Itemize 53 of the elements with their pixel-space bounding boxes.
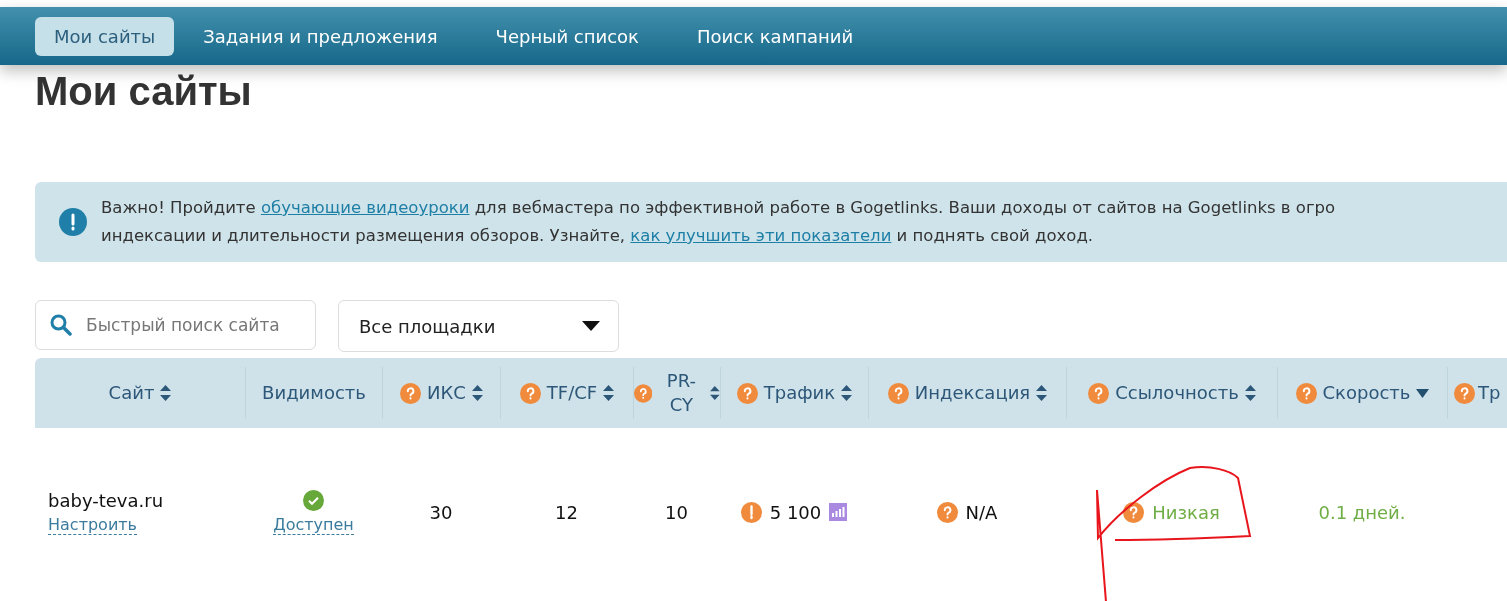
table-cell: 10 (665, 501, 688, 523)
help-icon[interactable] (936, 501, 958, 523)
availability-link[interactable]: Доступен (273, 514, 354, 535)
help-icon[interactable] (634, 382, 653, 404)
table-cell: 0.1 дней. (1318, 501, 1406, 523)
sort-icon[interactable] (160, 385, 172, 401)
column-header[interactable]: PR-CY (658, 369, 705, 417)
sort-icon[interactable] (603, 385, 615, 401)
nav-tab[interactable]: Поиск кампаний (678, 16, 873, 56)
notice-text: Важно! Пройдите обучающие видеоуроки для вебмастера по эффективной работе в Gogetlinks. Ваши доходы от сайтов на Gogetlinks в огро индексации и длительности размещения обзоров. Узнайте, как улучшить эти показатели и поднять свой доход. (101, 197, 1336, 247)
sort-icon[interactable] (1036, 385, 1048, 401)
table-cell: 5 100 (769, 501, 822, 523)
help-icon[interactable] (887, 382, 909, 404)
sort-icon[interactable] (1244, 385, 1256, 401)
help-icon[interactable] (1454, 382, 1475, 404)
configure-link[interactable]: Настроить (48, 514, 138, 535)
table-cell: N/A (965, 501, 998, 523)
page-title: Мои сайты (35, 70, 252, 112)
help-icon[interactable] (400, 382, 422, 404)
column-header[interactable]: Индексация (914, 381, 1031, 405)
help-icon[interactable] (1123, 501, 1145, 523)
notice-link[interactable]: обучающие видеоуроки (260, 198, 470, 217)
table-cell: 30 (429, 501, 453, 523)
sort-icon[interactable] (710, 385, 720, 401)
sort-icon[interactable] (471, 385, 483, 401)
help-icon[interactable] (736, 382, 758, 404)
search-icon (50, 314, 72, 336)
column-header[interactable]: Видимость (262, 381, 366, 405)
table-cell: Низкая (1152, 501, 1220, 523)
column-header[interactable]: Сайт (108, 381, 155, 405)
column-header[interactable]: Трафик (763, 381, 836, 405)
column-header[interactable]: Скорость (1322, 381, 1411, 405)
column-header[interactable]: TF/CF (546, 381, 598, 405)
notice-link[interactable]: как улучшить эти показатели (630, 226, 892, 245)
info-icon (59, 208, 87, 236)
warning-icon[interactable] (740, 501, 762, 523)
column-header[interactable]: ИКС (427, 381, 466, 405)
nav-tab[interactable]: Мои сайты (35, 16, 175, 56)
nav-tab[interactable]: Черный список (476, 16, 658, 56)
help-icon[interactable] (1295, 382, 1317, 404)
caret-icon (582, 321, 600, 331)
sort-icon[interactable] (841, 385, 853, 401)
site-name: baby-teva.ru (48, 489, 164, 511)
column-header[interactable]: Тр (1478, 381, 1501, 405)
sort-descending-icon[interactable] (1416, 388, 1430, 398)
table-cell: 12 (555, 501, 578, 523)
column-header[interactable]: Ссылочность (1115, 381, 1239, 405)
search-field[interactable]: Быстрый поиск сайта (35, 300, 316, 350)
nav-tab[interactable]: Задания и предложения (184, 16, 457, 56)
bar-chart-icon[interactable] (829, 503, 848, 521)
help-icon[interactable] (1088, 382, 1110, 404)
site-filter-dropdown[interactable]: Все площадки (338, 300, 619, 352)
help-icon[interactable] (519, 382, 541, 404)
